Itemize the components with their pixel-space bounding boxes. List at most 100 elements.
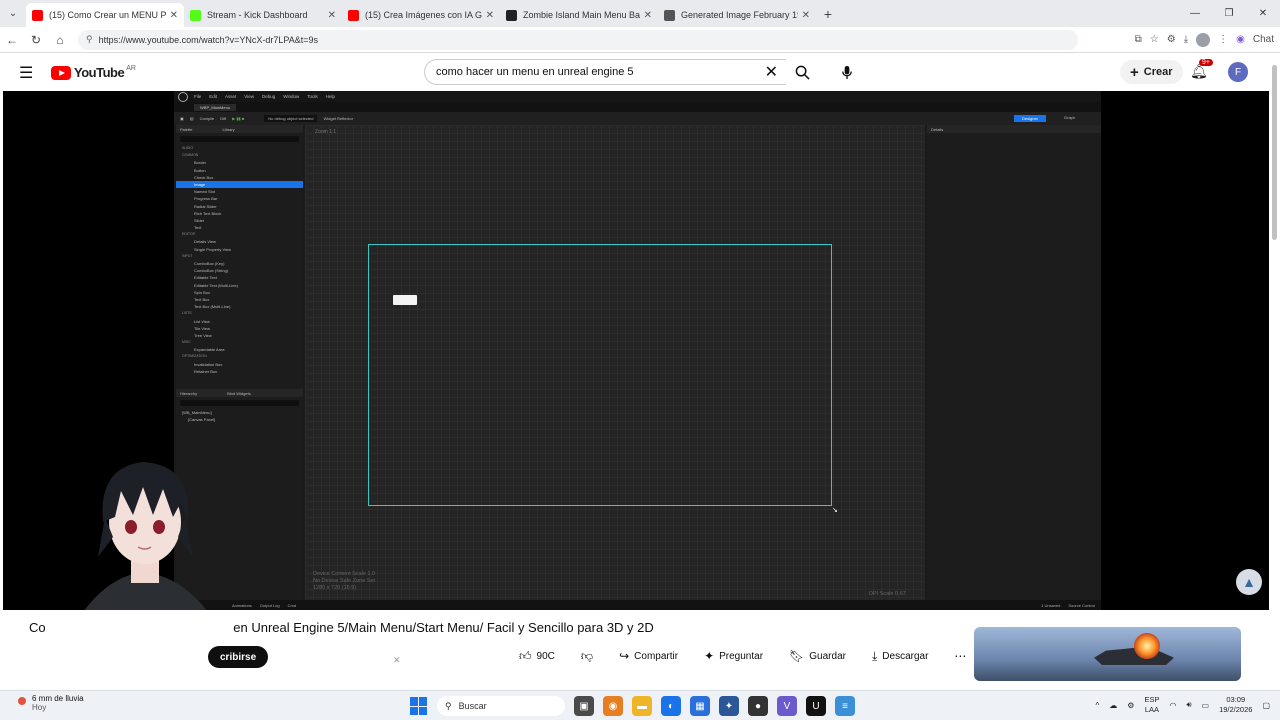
scrollbar-thumb[interactable]	[1272, 65, 1277, 240]
share-icon: ↪	[619, 649, 630, 663]
download-button[interactable]: ⤓ Descargar	[862, 644, 938, 668]
downloads-icon[interactable]: ⤓	[1184, 34, 1188, 45]
tab-close-icon[interactable]: ✕	[486, 10, 494, 21]
back-icon[interactable]: ←	[0, 33, 24, 47]
close-window-icon[interactable]: ✕	[1246, 0, 1280, 27]
account-avatar[interactable]: F	[1228, 62, 1248, 82]
app-icon[interactable]: ✦	[719, 696, 739, 716]
unreal-menu-item: Window	[283, 94, 300, 99]
tab-close-icon[interactable]: ✕	[644, 10, 652, 21]
minimize-icon[interactable]: —	[1178, 0, 1212, 27]
taskbar: 6 mm de lluvia Hoy ⚲ Buscar ▣ ◉ ▬ ◐ ▦ ✦ …	[0, 690, 1280, 720]
url-input[interactable]: ⚲ https://www.youtube.com/watch?v=YNcX-d…	[78, 29, 1078, 50]
like-button[interactable]: 👍︎ 90C	[510, 644, 564, 668]
player-overlay-icon[interactable]: ▲	[1236, 569, 1262, 595]
tab-close-icon[interactable]: ✕	[328, 10, 336, 21]
tab-search-icon[interactable]: ⌄	[0, 0, 26, 27]
taskbar-search[interactable]: ⚲ Buscar	[437, 696, 565, 716]
unreal-app-icon[interactable]: U	[806, 696, 826, 716]
browser-actions: ⧉ ☆ ⚙ ⤓ ⋮ ◉ Chat	[1135, 32, 1274, 47]
site-info-icon[interactable]: ⚲	[86, 34, 93, 45]
browser-tab[interactable]: (15) Crea Imágenes con IA GRATIS ✕	[342, 3, 500, 27]
designer-mode-button: Designer	[1014, 115, 1047, 122]
hamburger-menu-icon[interactable]: ☰	[19, 63, 33, 83]
tab-close-icon[interactable]: ✕	[170, 10, 178, 21]
browser-tab[interactable]: Stream - Kick Dashboard ✕	[184, 3, 342, 27]
tray-expand-icon[interactable]: ^	[1096, 701, 1100, 710]
language-indicator[interactable]: ESP LAA	[1144, 695, 1159, 715]
recommended-thumbnail[interactable]	[974, 627, 1241, 681]
share-button[interactable]: ↪ Compartir	[610, 644, 688, 668]
palette-category: AUDIO	[182, 146, 194, 150]
clear-search-icon[interactable]: ✕	[765, 62, 778, 82]
clock[interactable]: 03:09 19/2/2026	[1219, 695, 1252, 715]
tab-favicon-icon	[664, 9, 675, 21]
voice-search-button[interactable]	[833, 59, 861, 85]
restore-icon[interactable]: ❐	[1212, 0, 1246, 27]
file-explorer-icon[interactable]: ▬	[632, 696, 652, 716]
tab-favicon-icon	[348, 9, 359, 21]
notepad-icon[interactable]: ≡	[835, 696, 855, 716]
notifications-icon[interactable]: ▢	[1262, 701, 1270, 710]
home-icon[interactable]: ⌂	[48, 33, 72, 47]
create-button[interactable]: + Crear	[1120, 60, 1183, 84]
wifi-icon[interactable]: ◠	[1169, 701, 1176, 710]
share-label: Compartir	[634, 650, 679, 662]
store-icon[interactable]: ▦	[690, 696, 710, 716]
chat-label[interactable]: Chat	[1253, 34, 1274, 45]
download-icon: ⤓	[871, 648, 878, 663]
cmd-tab: Cmd	[287, 602, 297, 608]
reload-icon[interactable]: ↻	[24, 33, 48, 47]
more-actions-button[interactable]: ⋯	[945, 644, 976, 668]
youtube-header: ☰ YouTube AR como hacer un menu en unrea…	[0, 53, 1280, 91]
ask-button[interactable]: ✦ Preguntar	[695, 644, 773, 668]
thumbs-down-icon: 👎︎	[580, 648, 594, 663]
bookmark-star-icon[interactable]: ☆	[1150, 34, 1159, 45]
profile-avatar[interactable]	[1196, 32, 1211, 47]
palette-category: EDITOR	[182, 232, 196, 237]
palette-category: MISC	[182, 340, 191, 345]
browser-tab[interactable]: Generated Image February 19, 202 ✕	[658, 3, 816, 27]
page-scrollbar[interactable]	[1269, 53, 1280, 698]
vscode-icon[interactable]: V	[777, 696, 797, 716]
obs-icon[interactable]: ●	[748, 696, 768, 716]
dislike-button[interactable]: 👎︎	[571, 644, 603, 668]
install-icon[interactable]: ⧉	[1135, 34, 1142, 45]
system-tray: ^ ☁ ⚙ ESP LAA ◠ 🔊︎ ▭ 03:09 19/2/2026 ▢	[1096, 695, 1270, 715]
play-icon: ▶ ▮▮ ■	[232, 116, 245, 121]
task-view-icon[interactable]: ▣	[574, 696, 594, 716]
video-player[interactable]: File Edit Asset View Debug Window Tools Help WB…	[3, 91, 1269, 610]
weather-widget[interactable]: 6 mm de lluvia Hoy	[18, 694, 84, 712]
start-icon[interactable]	[410, 697, 428, 715]
extensions-icon[interactable]: ⚙	[1167, 34, 1176, 45]
output-log-tab: Output Log	[259, 602, 280, 608]
browser-tab[interactable]: (15) Como Crear un MENU PR ✕	[26, 3, 184, 27]
copilot-app-icon[interactable]: ◉	[603, 696, 623, 716]
network-tray-icon[interactable]: ☁	[1109, 701, 1117, 710]
subscribe-button[interactable]: cribirse	[208, 646, 269, 668]
palette-category: LISTS	[182, 311, 192, 316]
volume-icon[interactable]: 🔊︎	[1186, 700, 1191, 710]
canvas-frame	[368, 244, 832, 506]
tab-close-icon[interactable]: ✕	[802, 10, 810, 21]
tray-app-icon[interactable]: ⚙	[1127, 701, 1134, 710]
search-input[interactable]: como hacer un menu en unreal engine 5 ✕	[424, 59, 786, 85]
search-query: como hacer un menu en unreal engine 5	[436, 66, 634, 78]
video-actions: 👍︎ 90C 👎︎ ↪ Compartir ✦ Preguntar 🔖︎ Gua…	[510, 644, 976, 668]
browser-tab-strip: ⌄ (15) Como Crear un MENU PR ✕ Stream - Ki…	[0, 0, 1280, 27]
browser-menu-icon[interactable]: ⋮	[1218, 34, 1228, 45]
zoom-label: Zoom 1:1	[315, 129, 337, 135]
dpi-scale: DPI Scale 0.67	[869, 591, 906, 597]
battery-icon[interactable]: ▭	[1202, 701, 1210, 710]
search-button[interactable]	[786, 59, 818, 85]
new-tab-button[interactable]: +	[816, 6, 840, 22]
browser-tab[interactable]: Zombie Island Main Menu Backgr ✕	[500, 3, 658, 27]
youtube-logo[interactable]: YouTube AR	[51, 65, 136, 80]
save-button[interactable]: 🔖︎ Guardar	[780, 644, 855, 668]
safe-zone: No Device Safe Zone Set	[313, 578, 376, 584]
unsaved-indicator: 1 Unsaved	[1041, 602, 1061, 608]
youtube-wordmark: YouTube	[74, 65, 125, 80]
tab-title: (15) Crea Imágenes con IA GRATIS	[365, 10, 482, 20]
copilot-icon[interactable]: ◉	[1236, 34, 1245, 45]
edge-browser-icon[interactable]: ◐	[661, 696, 681, 716]
